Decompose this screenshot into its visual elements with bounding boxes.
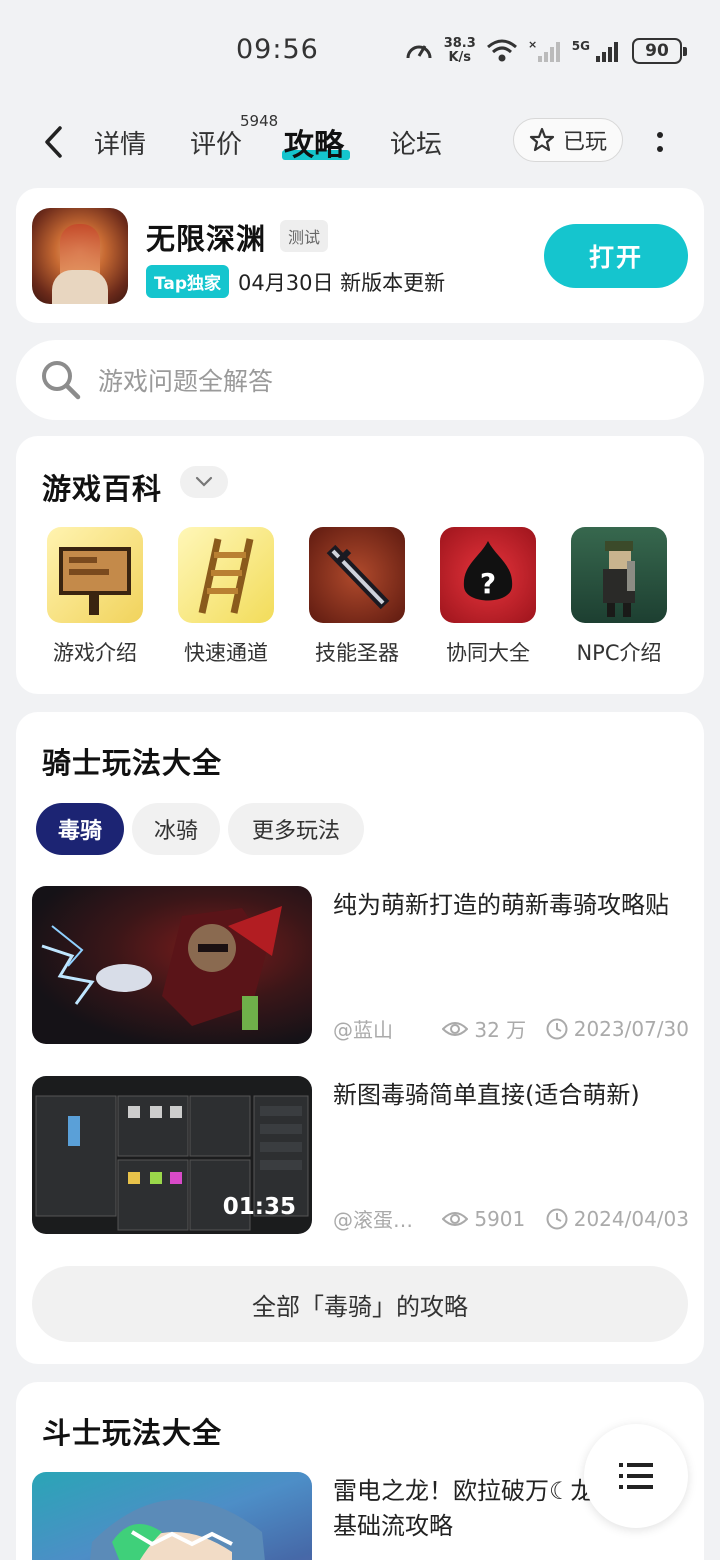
status-time: 09:56 [236, 34, 319, 65]
battery-level: 90 [645, 41, 669, 61]
svg-text:?: ? [480, 567, 496, 600]
clock-icon [546, 1208, 568, 1229]
wiki-item-quick-access[interactable]: 快速通道 [171, 527, 281, 667]
view-all-guides-button[interactable]: 全部「毒骑」的攻略 [32, 1266, 688, 1342]
article-title: 纯为萌新打造的萌新毒骑攻略贴 [333, 891, 669, 919]
update-info: 04月30日 新版本更新 [238, 271, 446, 295]
wiki-title: 游戏百科 [42, 472, 163, 506]
back-arrow-icon [45, 126, 62, 158]
article-video-thumbnail: 01:35 [32, 1076, 312, 1234]
status-icons: 38.3 K/s × 5G 90 [404, 36, 687, 66]
eye-icon [442, 1021, 469, 1036]
video-duration: 01:35 [222, 1194, 296, 1220]
wiki-item-game-intro[interactable]: 游戏介绍 [40, 527, 150, 667]
article-date: 2024/04/03 [546, 1207, 689, 1231]
wiki-item-npc-intro[interactable]: NPC介绍 [564, 527, 674, 667]
article-item[interactable]: 纯为萌新打造的萌新毒骑攻略贴 @蓝山 32 万 2023/07/30 [32, 886, 689, 1044]
network-type: 5G [571, 39, 590, 53]
chip-poison-knight[interactable]: 毒骑 [36, 803, 124, 855]
more-options-button[interactable] [648, 124, 672, 160]
views-count: 32 万 [474, 1018, 527, 1042]
section-title: 斗士玩法大全 [42, 1416, 223, 1450]
wiki-item-label: 技能圣器 [315, 641, 399, 665]
played-label: 已玩 [562, 130, 607, 155]
date-text: 2023/07/30 [573, 1016, 689, 1041]
chip-more-builds[interactable]: 更多玩法 [228, 803, 364, 855]
wiki-item-label: 协同大全 [446, 641, 530, 665]
signal-weak-icon: × [528, 38, 560, 62]
article-author: @蓝山 [333, 1018, 393, 1042]
wiki-item-synergy[interactable]: ? 协同大全 [433, 527, 543, 667]
game-info-card: 无限深渊 测试 Tap独家 04月30日 新版本更新 打开 [16, 188, 704, 323]
svg-text:×: × [528, 38, 537, 51]
signal-strong-icon [596, 42, 618, 62]
back-button[interactable] [36, 122, 70, 162]
date-text: 2024/04/03 [573, 1206, 689, 1231]
game-title: 无限深渊 [146, 222, 267, 256]
mystery-icon: ? [440, 527, 536, 623]
game-app-icon[interactable] [32, 208, 128, 304]
article-title: 新图毒骑简单直接(适合萌新) [333, 1081, 640, 1109]
wiki-item-label: 游戏介绍 [53, 641, 137, 665]
open-button[interactable]: 打开 [544, 224, 688, 288]
signboard-icon [47, 527, 143, 623]
wiki-item-label: NPC介绍 [576, 641, 662, 665]
sword-icon [309, 527, 405, 623]
wiki-expand-toggle[interactable] [180, 466, 228, 498]
net-speed: 38.3 K/s [444, 37, 476, 65]
chevron-down-icon [195, 476, 213, 487]
top-nav: 详情 评价 5948 攻略 论坛 已玩 [0, 100, 720, 186]
npc-character-icon [571, 527, 667, 623]
status-bar: 09:56 38.3 K/s × 5G 90 [0, 0, 720, 100]
article-meta: @滚蛋… 5901 2024/04/03 [333, 1204, 689, 1233]
review-count: 5948 [240, 112, 279, 130]
ladder-icon [178, 527, 274, 623]
search-placeholder: 游戏问题全解答 [98, 367, 274, 396]
clock-icon [546, 1018, 568, 1039]
article-views: 32 万 [442, 1014, 545, 1043]
search-bar[interactable]: 游戏问题全解答 [16, 340, 704, 420]
tap-exclusive-badge: Tap独家 [146, 265, 230, 298]
net-speed-value: 38.3 [443, 36, 476, 51]
tab-review[interactable]: 评价 [190, 124, 242, 161]
article-thumbnail [32, 886, 312, 1044]
views-count: 5901 [474, 1206, 526, 1231]
section-title: 骑士玩法大全 [42, 746, 223, 780]
wiki-item-label: 快速通道 [184, 641, 268, 665]
article-author: @滚蛋… [333, 1208, 413, 1232]
article-views: 5901 [442, 1207, 545, 1231]
article-thumbnail [32, 1472, 312, 1560]
star-icon [529, 127, 555, 152]
article-item[interactable]: 01:35 新图毒骑简单直接(适合萌新) @滚蛋… 5901 2024/04/0… [32, 1076, 689, 1234]
net-speed-unit: K/s [448, 50, 472, 65]
table-of-contents-button[interactable] [584, 1424, 688, 1528]
knight-guide-section: 骑士玩法大全 毒骑 冰骑 更多玩法 纯为萌新打造的萌新毒骑攻略贴 @蓝山 32 … [16, 712, 704, 1364]
wiki-item-skills-relics[interactable]: 技能圣器 [302, 527, 412, 667]
list-icon [619, 1463, 653, 1489]
search-icon [40, 359, 82, 401]
article-date: 2023/07/30 [546, 1017, 689, 1041]
chip-ice-knight[interactable]: 冰骑 [132, 803, 220, 855]
played-button[interactable]: 已玩 [513, 118, 623, 162]
wifi-icon [486, 39, 517, 62]
tab-detail[interactable]: 详情 [94, 124, 146, 161]
battery-icon: 90 [632, 38, 687, 64]
speedometer-icon [406, 45, 432, 59]
tab-guide[interactable]: 攻略 [284, 120, 344, 164]
tab-forum[interactable]: 论坛 [390, 124, 442, 161]
article-meta: @蓝山 32 万 2023/07/30 [333, 1014, 689, 1043]
eye-icon [442, 1211, 469, 1226]
test-badge: 测试 [280, 220, 329, 252]
game-wiki-card: 游戏百科 游戏介绍 快速通道 技能圣器 ? 协同大全 NPC介绍 [16, 436, 704, 694]
